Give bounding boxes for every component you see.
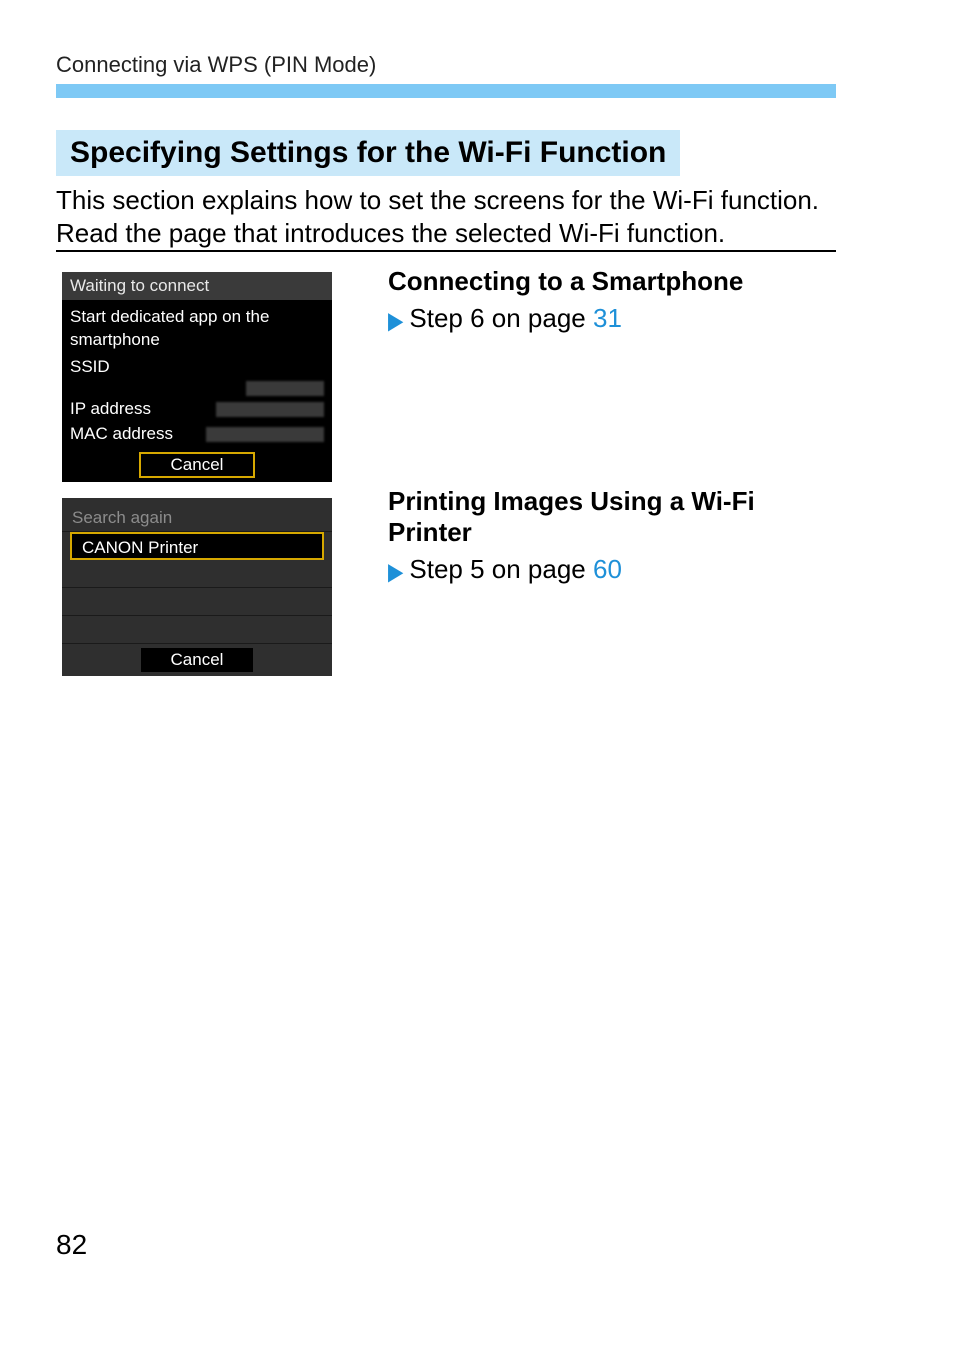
screen1-instruction-line2: smartphone [70,329,324,352]
list-row-empty: . [62,588,332,616]
step-reference: ▶Step 5 on page 60 [388,554,836,585]
cancel-button[interactable]: Cancel [141,648,254,672]
section-printing-wifi: Printing Images Using a Wi-Fi Printer ▶S… [388,486,836,625]
page-link[interactable]: 60 [593,554,622,584]
header-underline [56,84,836,98]
section-heading: Specifying Settings for the Wi-Fi Functi… [56,130,680,176]
subsection-heading: Connecting to a Smartphone [388,266,836,297]
divider-line [56,250,836,252]
printer-item-selected[interactable]: CANON Printer [70,532,324,560]
ip-address-label: IP address [70,398,151,421]
step-text: Step 5 on page [409,554,593,584]
page-number: 82 [56,1229,87,1261]
subsection-heading: Printing Images Using a Wi-Fi Printer [388,486,836,548]
page-header: Connecting via WPS (PIN Mode) [56,52,376,78]
mac-address-label: MAC address [70,423,173,446]
screen1-title: Waiting to connect [62,272,332,300]
cancel-button[interactable]: Cancel [139,452,256,478]
ssid-label: SSID [70,356,324,379]
ssid-value-censored [246,381,324,396]
triangle-icon: ▶ [388,557,403,587]
mac-value-censored [206,427,324,442]
camera-screen-printer-list: Search again CANON Printer . . . Cancel [62,498,332,676]
step-reference: ▶Step 6 on page 31 [388,303,836,334]
camera-screen-waiting: Waiting to connect Start dedicated app o… [62,272,332,482]
printer-item-label: CANON Printer [82,538,312,558]
section-connecting-smartphone: Connecting to a Smartphone ▶Step 6 on pa… [388,266,836,374]
screen1-instruction-line1: Start dedicated app on the [70,306,324,329]
intro-paragraph: This section explains how to set the scr… [56,184,836,251]
page-link[interactable]: 31 [593,303,622,333]
search-again-row[interactable]: Search again [62,504,332,532]
list-row-empty: . [62,560,332,588]
ip-value-censored [216,402,324,417]
triangle-icon: ▶ [388,306,403,336]
step-text: Step 6 on page [409,303,593,333]
list-row-empty: . [62,616,332,644]
